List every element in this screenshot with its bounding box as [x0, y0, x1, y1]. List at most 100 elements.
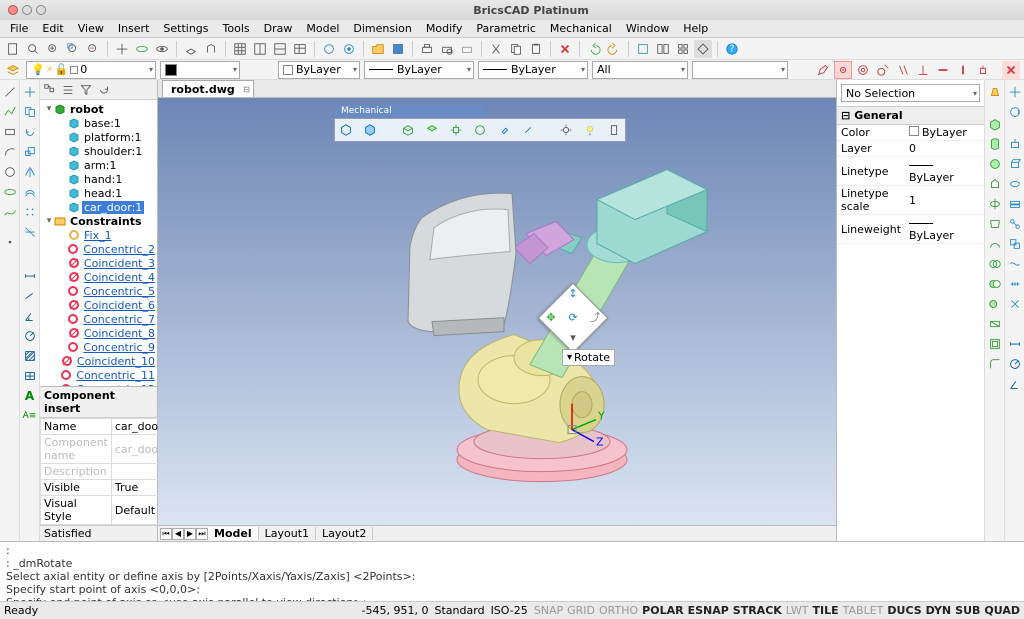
solid-cylinder-icon[interactable]	[987, 136, 1003, 152]
zoom-extents-icon[interactable]	[44, 40, 62, 58]
solid-loft-icon[interactable]	[987, 216, 1003, 232]
text-icon[interactable]: A	[22, 388, 38, 404]
layer-dropdown[interactable]: 💡☀🔓0	[26, 61, 156, 79]
color-bylayer-dropdown[interactable]: ByLayer	[278, 61, 360, 79]
browser-filter-icon[interactable]	[78, 82, 94, 98]
dm-stitch-icon[interactable]	[1007, 276, 1023, 292]
status-toggle-polar[interactable]: POLAR	[642, 604, 683, 617]
ucs-icon[interactable]	[202, 40, 220, 58]
layout-first-icon[interactable]: ⏮	[160, 528, 172, 540]
grid-icon[interactable]	[231, 40, 249, 58]
mirror-icon[interactable]	[22, 164, 38, 180]
polyline-icon[interactable]	[2, 104, 18, 120]
mech-bom-icon[interactable]	[423, 121, 441, 139]
tree-part[interactable]: head:1	[58, 186, 157, 200]
dm-revolve-icon[interactable]	[1007, 176, 1023, 192]
zoom-window-icon[interactable]	[64, 40, 82, 58]
table-icon[interactable]	[291, 40, 309, 58]
status-toggle-dyn[interactable]: DYN	[926, 604, 952, 617]
lineweight-dropdown[interactable]: ByLayer	[478, 61, 588, 79]
menu-file[interactable]: File	[4, 20, 34, 37]
tree-part[interactable]: platform:1	[58, 130, 157, 144]
document-tab[interactable]: robot.dwg	[162, 80, 254, 97]
menu-mechanical[interactable]: Mechanical	[544, 20, 618, 37]
tree-constraint[interactable]: Concentric_9	[58, 340, 157, 354]
menu-settings[interactable]: Settings	[157, 20, 214, 37]
mech-assembly-icon[interactable]	[337, 121, 355, 139]
tree-root[interactable]: ▾robot	[44, 102, 157, 116]
dim-radius-icon[interactable]	[22, 328, 38, 344]
selection-dropdown[interactable]: No Selection	[841, 84, 980, 102]
status-toggle-lwt[interactable]: LWT	[786, 604, 809, 617]
window-minimize-icon[interactable]	[22, 5, 32, 15]
layer-filter-dropdown[interactable]: All	[592, 61, 688, 79]
solid-sweep-icon[interactable]	[987, 236, 1003, 252]
menu-dimension[interactable]: Dimension	[347, 20, 417, 37]
shell-icon[interactable]	[987, 336, 1003, 352]
constraint-parallel-icon[interactable]	[894, 61, 912, 79]
status-standard[interactable]: Standard	[435, 604, 485, 617]
constraint-vertical-icon[interactable]	[954, 61, 972, 79]
solid-intersect-icon[interactable]	[987, 296, 1003, 312]
tree-part[interactable]: arm:1	[58, 158, 157, 172]
color-dropdown[interactable]	[160, 61, 240, 79]
push-pull-icon[interactable]	[987, 84, 1003, 100]
visual-style-icon[interactable]	[182, 40, 200, 58]
rotate-icon[interactable]	[22, 124, 38, 140]
layout2-icon[interactable]	[271, 40, 289, 58]
zoom-in-icon[interactable]	[24, 40, 42, 58]
array-icon[interactable]	[22, 204, 38, 220]
prop-value[interactable]: 0	[905, 141, 984, 157]
menu-edit[interactable]: Edit	[36, 20, 69, 37]
browser-list-icon[interactable]	[60, 82, 76, 98]
dm-thicken-icon[interactable]	[1007, 196, 1023, 212]
pan-icon[interactable]	[113, 40, 131, 58]
status-toggle-tablet[interactable]: TABLET	[843, 604, 884, 617]
constraint-tangent-icon[interactable]	[874, 61, 892, 79]
status-toggle-grid[interactable]: GRID	[567, 604, 595, 617]
browser-refresh-icon[interactable]	[96, 82, 112, 98]
hatch-icon[interactable]	[22, 348, 38, 364]
window-maximize-icon[interactable]	[36, 5, 46, 15]
constraint-horizontal-icon[interactable]	[934, 61, 952, 79]
status-toggle-sub[interactable]: SUB	[955, 604, 980, 617]
scale-icon[interactable]	[22, 144, 38, 160]
print-preview-icon[interactable]	[438, 40, 456, 58]
tree-part[interactable]: shoulder:1	[58, 144, 157, 158]
dim-aligned-icon[interactable]	[22, 288, 38, 304]
mech-explode-icon[interactable]	[447, 121, 465, 139]
mech-insert-icon[interactable]	[361, 121, 379, 139]
prop-value[interactable]: ByLayer	[905, 157, 984, 186]
menu-modify[interactable]: Modify	[420, 20, 468, 37]
copy-icon[interactable]	[507, 40, 525, 58]
mech-hardware-icon[interactable]	[495, 121, 513, 139]
tree-part-selected[interactable]: car_door:1	[58, 200, 157, 214]
menu-draw[interactable]: Draw	[258, 20, 299, 37]
copy2-icon[interactable]	[22, 104, 38, 120]
properties-general-header[interactable]: ⊟General	[837, 106, 984, 125]
dm-delete-icon[interactable]	[1007, 296, 1023, 312]
new-icon[interactable]	[4, 40, 22, 58]
dm-radius-icon[interactable]	[1007, 356, 1023, 372]
status-iso[interactable]: ISO-25	[491, 604, 528, 617]
dm-distance-icon[interactable]	[1007, 336, 1023, 352]
viewport-3d[interactable]: Mechanical	[158, 98, 836, 525]
menu-view[interactable]: View	[72, 20, 110, 37]
offset-icon[interactable]	[22, 184, 38, 200]
window-close-icon[interactable]	[8, 5, 18, 15]
dm-extrude-icon[interactable]	[1007, 156, 1023, 172]
mech-light-icon[interactable]	[581, 121, 599, 139]
mech-gear-icon[interactable]	[557, 121, 575, 139]
cut-icon[interactable]	[487, 40, 505, 58]
solid-extrude-icon[interactable]	[987, 176, 1003, 192]
prop-value[interactable]: ByLayer	[905, 215, 984, 244]
toolpalette-icon[interactable]	[674, 40, 692, 58]
constraint-fix-icon[interactable]	[974, 61, 992, 79]
properties-icon[interactable]	[634, 40, 652, 58]
layout-tab-1[interactable]: Layout1	[259, 527, 316, 540]
quad-cursor-widget[interactable]: ↕ ✥ ⟳ ⤴ ▾ ▾ Rotate	[548, 293, 598, 343]
menu-insert[interactable]: Insert	[112, 20, 156, 37]
browser-tree-icon[interactable]	[42, 82, 58, 98]
tree-constraint[interactable]: Concentric_11	[58, 368, 157, 382]
tree-part[interactable]: hand:1	[58, 172, 157, 186]
